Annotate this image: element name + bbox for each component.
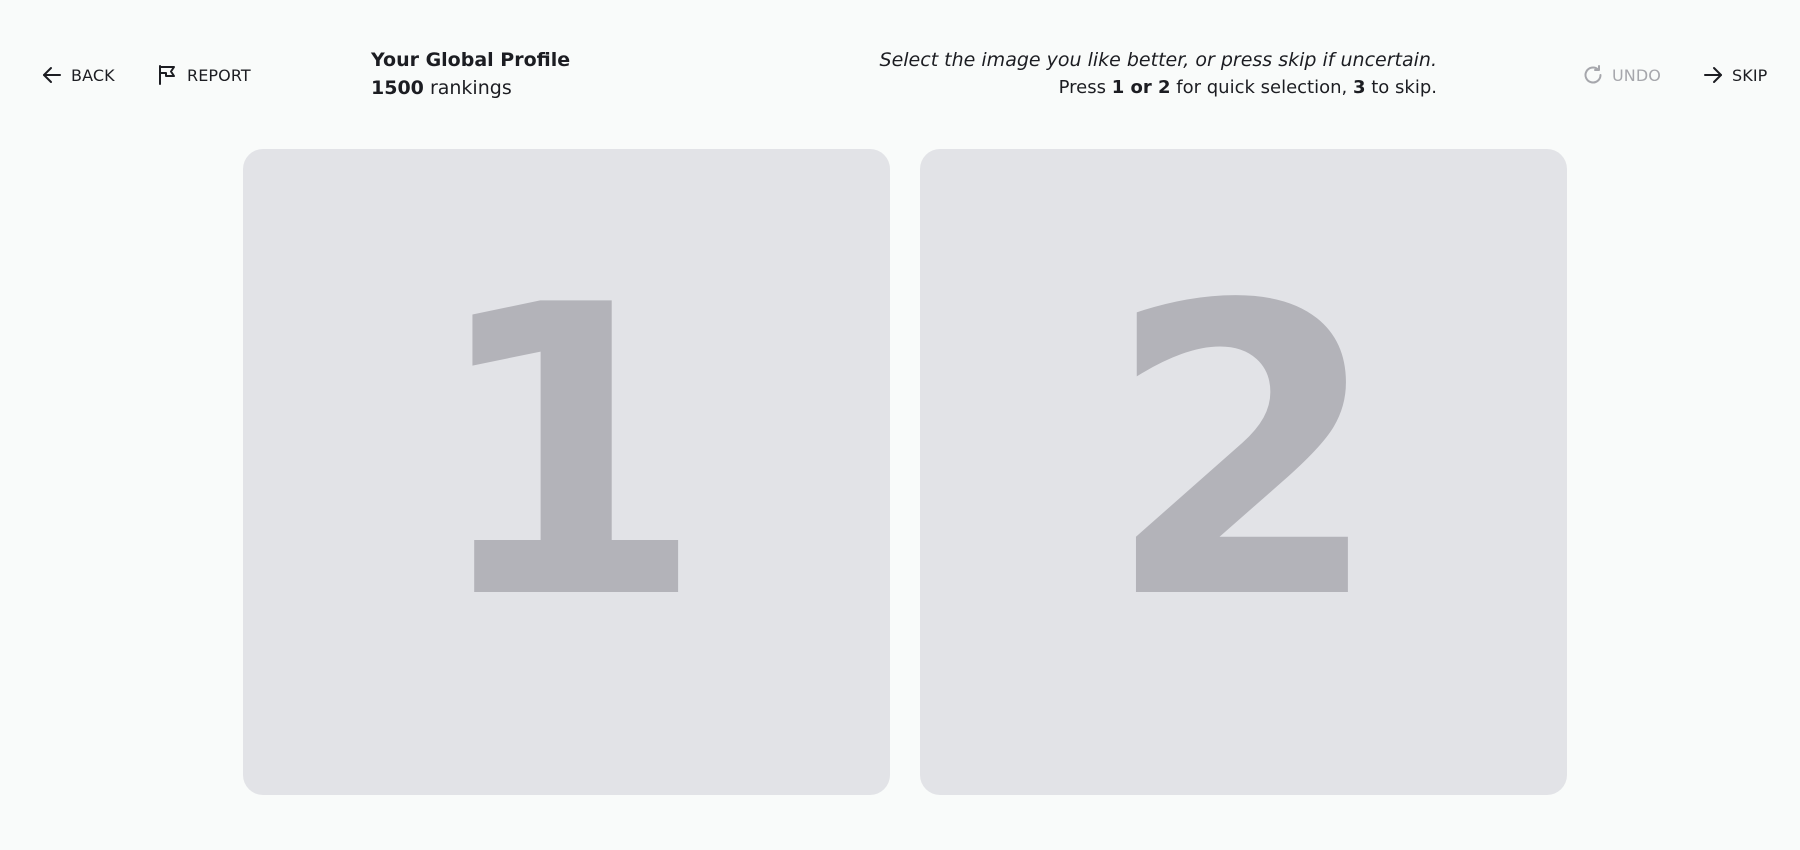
skip-label: SKIP	[1732, 65, 1768, 85]
report-button[interactable]: REPORT	[157, 62, 251, 88]
refresh-icon	[1582, 64, 1604, 86]
undo-label: UNDO	[1612, 65, 1661, 85]
undo-button[interactable]: UNDO	[1582, 62, 1661, 88]
rankings-label: rankings	[429, 77, 512, 99]
back-button[interactable]: BACK	[41, 62, 115, 88]
image-option-1[interactable]: 1	[243, 149, 890, 795]
profile-title: Your Global Profile	[371, 49, 571, 71]
instruction-to-skip: to skip.	[1371, 77, 1437, 98]
rankings-number: 1500	[371, 77, 424, 99]
instruction-press: Press	[1058, 77, 1106, 98]
instruction-shortcuts: Press 1 or 2 for quick selection, 3 to s…	[880, 73, 1437, 103]
back-label: BACK	[71, 65, 115, 85]
instruction-for: for quick selection,	[1176, 77, 1348, 98]
global-profile: Your Global Profile 1500 rankings	[371, 47, 570, 103]
instructions: Select the image you like better, or pre…	[880, 47, 1437, 103]
instruction-keys: 1 or 2	[1111, 77, 1171, 98]
arrow-right-icon	[1702, 64, 1724, 86]
report-label: REPORT	[187, 65, 251, 85]
arrow-left-icon	[41, 64, 63, 86]
card-1-digit: 1	[427, 222, 705, 687]
skip-button[interactable]: SKIP	[1702, 62, 1767, 88]
rankings-count: 1500 rankings	[371, 73, 570, 103]
flag-icon	[157, 64, 179, 86]
placeholder-image-2: 2	[1104, 222, 1382, 687]
image-option-2[interactable]: 2	[920, 149, 1567, 795]
placeholder-image-1: 1	[427, 222, 705, 687]
instruction-skip-key: 3	[1352, 77, 1366, 98]
card-2-digit: 2	[1104, 222, 1382, 687]
instruction-main: Select the image you like better, or pre…	[879, 49, 1437, 71]
